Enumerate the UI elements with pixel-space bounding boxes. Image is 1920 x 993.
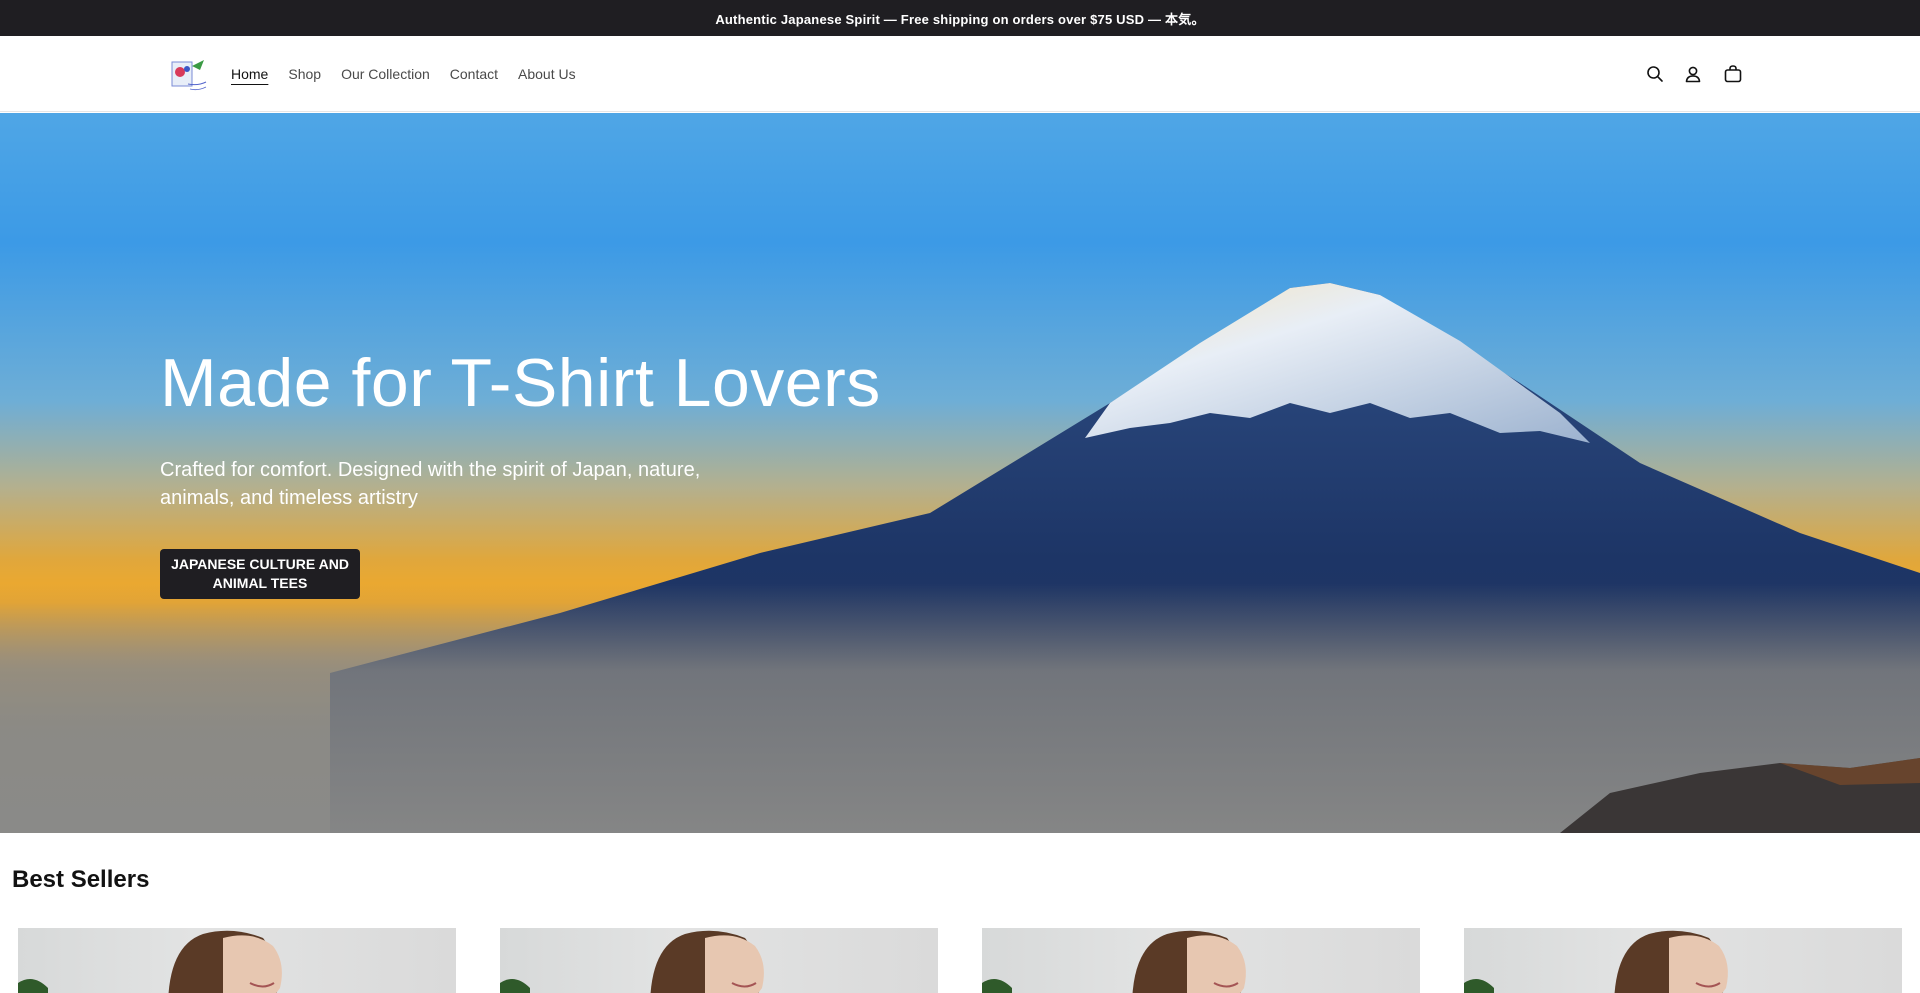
announcement-text: Authentic Japanese Spirit — Free shippin… [715, 11, 1205, 27]
search-icon[interactable] [1644, 63, 1666, 85]
announcement-bar: Authentic Japanese Spirit — Free shippin… [0, 0, 1920, 36]
nav-link-about-us[interactable]: About Us [518, 64, 576, 84]
hero-subtitle: Crafted for comfort. Designed with the s… [160, 459, 701, 509]
product-card[interactable] [1464, 928, 1902, 993]
account-icon[interactable] [1682, 63, 1704, 85]
hero-title: Made for T-Shirt Lovers [160, 345, 881, 421]
product-image [982, 930, 1246, 993]
site-header: Home Shop Our Collection Contact About U… [0, 36, 1920, 112]
best-sellers-heading: Best Sellers [12, 866, 150, 893]
product-image [500, 930, 764, 993]
product-card[interactable] [982, 928, 1420, 993]
store-logo[interactable] [170, 56, 210, 96]
hero-banner: Made for T-Shirt Lovers Crafted for comf… [0, 113, 1920, 833]
product-image [1464, 930, 1728, 993]
cart-icon[interactable] [1722, 63, 1744, 85]
product-card[interactable] [500, 928, 938, 993]
nav-link-shop[interactable]: Shop [288, 64, 321, 84]
nav-link-contact[interactable]: Contact [450, 64, 498, 84]
shop-collection-button[interactable]: JAPANESE CULTURE AND ANIMAL TEES [160, 549, 360, 599]
product-image [18, 930, 282, 993]
main-nav: Home Shop Our Collection Contact About U… [231, 36, 596, 112]
product-card[interactable] [18, 928, 456, 993]
nav-link-our-collection[interactable]: Our Collection [341, 64, 430, 84]
nav-link-home[interactable]: Home [231, 64, 268, 84]
